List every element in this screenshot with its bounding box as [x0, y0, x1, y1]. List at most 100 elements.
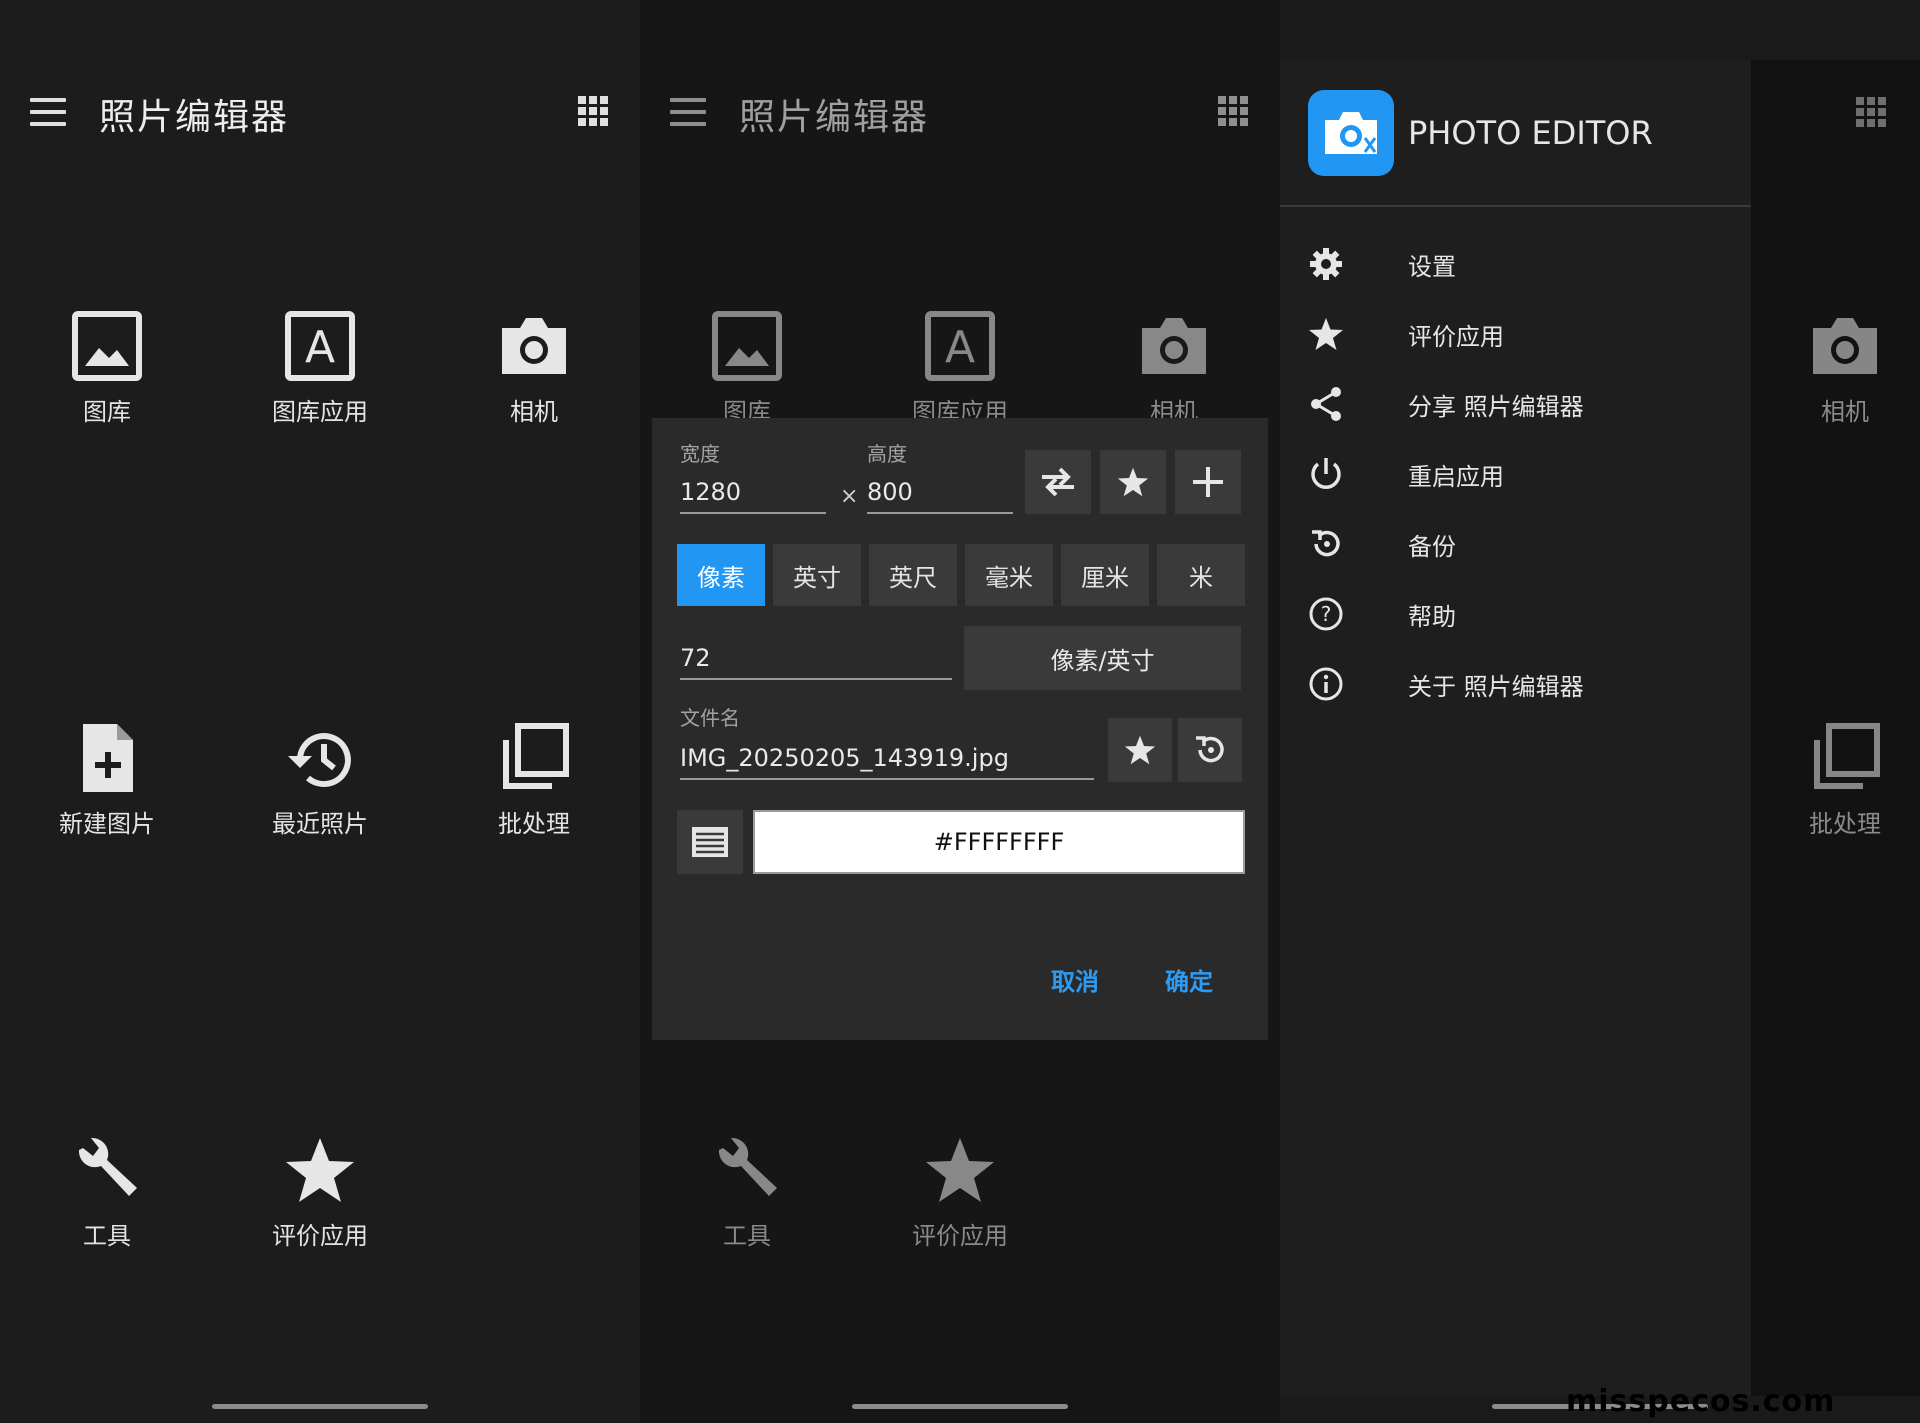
tile-batch: 批处理	[1738, 718, 1920, 858]
unit-centimeter[interactable]: 厘米	[1061, 544, 1149, 606]
apps-grid-icon	[1856, 97, 1886, 127]
list-icon	[692, 827, 728, 857]
drawer-item-help[interactable]: ? 帮助	[1280, 579, 1751, 649]
swap-icon	[1042, 467, 1074, 497]
tile-label: 图库应用	[272, 398, 368, 426]
filename-label: 文件名	[680, 706, 740, 730]
star-icon	[920, 1130, 1000, 1210]
app-title: 照片编辑器	[739, 97, 930, 138]
drawer-item-backup[interactable]: 备份	[1280, 509, 1751, 579]
width-input[interactable]: 1280	[680, 478, 826, 514]
filename-input[interactable]: IMG_20250205_143919.jpg	[680, 744, 1094, 780]
gear-icon	[1310, 248, 1342, 280]
drawer-item-label: 设置	[1408, 253, 1456, 281]
tile-gallery-app[interactable]: A 图库应用	[213, 306, 427, 446]
tile-label: 批处理	[498, 810, 570, 838]
info-icon	[1309, 667, 1343, 701]
menu-icon[interactable]	[30, 98, 66, 126]
swap-size-button[interactable]	[1025, 450, 1091, 514]
drawer-item-settings[interactable]: 设置	[1280, 229, 1751, 299]
image-icon	[67, 306, 147, 386]
star-icon	[280, 1130, 360, 1210]
drawer-item-label: 帮助	[1408, 603, 1456, 631]
height-input[interactable]: 800	[867, 478, 1013, 514]
gesture-bar[interactable]	[212, 1404, 428, 1409]
tile-tools[interactable]: 工具	[0, 1130, 214, 1270]
drawer-item-about[interactable]: 关于 照片编辑器	[1280, 649, 1751, 719]
drawer-item-label: 重启应用	[1408, 463, 1504, 491]
tile-label: 新建图片	[59, 810, 155, 838]
drawer-header: PHOTO EDITOR	[1280, 60, 1751, 207]
cancel-button[interactable]: 取消	[1051, 962, 1099, 997]
color-picker-button[interactable]	[677, 810, 743, 874]
tile-rate[interactable]: 评价应用	[853, 1130, 1067, 1270]
star-icon	[1117, 467, 1149, 497]
tile-label: 相机	[1821, 398, 1869, 426]
tile-new-image[interactable]: 新建图片	[0, 718, 214, 858]
share-icon	[1311, 387, 1341, 421]
watermark-text: misspecos.com	[1566, 1384, 1836, 1419]
reset-filename-button[interactable]	[1178, 718, 1242, 782]
image-icon	[707, 306, 787, 386]
help-icon: ?	[1309, 597, 1343, 631]
tile-camera: 相机	[1738, 306, 1920, 446]
tile-label: 工具	[723, 1222, 771, 1250]
tile-label: 评价应用	[912, 1222, 1008, 1250]
letter-a-icon: A	[280, 306, 360, 386]
drawer-item-label: 分享 照片编辑器	[1408, 393, 1584, 421]
drawer-item-rate[interactable]: 评价应用	[1280, 299, 1751, 369]
resolution-unit-select[interactable]: 像素/英寸	[964, 626, 1241, 690]
power-icon	[1311, 458, 1341, 489]
apps-grid-icon[interactable]	[578, 96, 608, 126]
ok-button[interactable]: 确定	[1165, 962, 1213, 997]
tile-label: 评价应用	[272, 1222, 368, 1250]
background-color-field[interactable]: #FFFFFFFF	[753, 810, 1245, 874]
tile-label: 图库	[83, 398, 131, 426]
tile-rate[interactable]: 评价应用	[213, 1130, 427, 1270]
unit-millimeter[interactable]: 毫米	[965, 544, 1053, 606]
svg-text:?: ?	[1321, 602, 1332, 626]
favorite-filename-button[interactable]	[1108, 718, 1172, 782]
unit-meter[interactable]: 米	[1157, 544, 1245, 606]
tile-label: 相机	[510, 398, 558, 426]
star-icon	[1124, 735, 1156, 765]
batch-icon	[494, 718, 574, 798]
favorite-size-button[interactable]	[1100, 450, 1166, 514]
width-label: 宽度	[680, 442, 720, 466]
camera-icon	[494, 306, 574, 386]
apps-grid-icon[interactable]	[1218, 96, 1248, 126]
gesture-bar[interactable]	[852, 1404, 1068, 1409]
tile-batch[interactable]: 批处理	[427, 718, 640, 858]
times-sign: ×	[840, 484, 859, 509]
navigation-drawer: PHOTO EDITOR 设置 评价应用 分享 照片编辑器 重启应用 备份 ? …	[1280, 60, 1751, 1396]
tile-gallery[interactable]: 图库	[0, 306, 214, 446]
unit-inch[interactable]: 英寸	[773, 544, 861, 606]
tile-tools[interactable]: 工具	[640, 1130, 854, 1270]
drawer-title: PHOTO EDITOR	[1408, 114, 1653, 152]
plus-icon	[1193, 467, 1223, 497]
add-preset-button[interactable]	[1175, 450, 1241, 514]
tile-label: 最近照片	[272, 810, 368, 838]
unit-foot[interactable]: 英尺	[869, 544, 957, 606]
resolution-input[interactable]: 72	[680, 644, 952, 680]
drawer-scrim[interactable]: 相机 批处理	[1751, 60, 1920, 1396]
letter-a-icon: A	[920, 306, 1000, 386]
home-screen: 照片编辑器 图库 A 图库应用 相机 新建图片 最近照片 批处理 工具 评价应用	[0, 0, 640, 1423]
app-bar: 照片编辑器	[640, 70, 1280, 154]
batch-icon	[1805, 718, 1885, 798]
tile-camera[interactable]: 相机	[427, 306, 640, 446]
star-icon	[1309, 318, 1343, 350]
tile-recent[interactable]: 最近照片	[213, 718, 427, 858]
svg-text:A: A	[305, 322, 335, 373]
height-label: 高度	[867, 442, 907, 466]
menu-icon[interactable]	[670, 98, 706, 126]
tile-label: 工具	[83, 1222, 131, 1250]
drawer-item-share[interactable]: 分享 照片编辑器	[1280, 369, 1751, 439]
drawer-item-restart[interactable]: 重启应用	[1280, 439, 1751, 509]
backup-icon	[1312, 530, 1340, 557]
app-title: 照片编辑器	[99, 97, 290, 138]
drawer-item-label: 备份	[1408, 533, 1456, 561]
app-logo-icon	[1308, 90, 1394, 176]
unit-pixel[interactable]: 像素	[677, 544, 765, 606]
drawer-item-label: 关于 照片编辑器	[1408, 673, 1584, 701]
